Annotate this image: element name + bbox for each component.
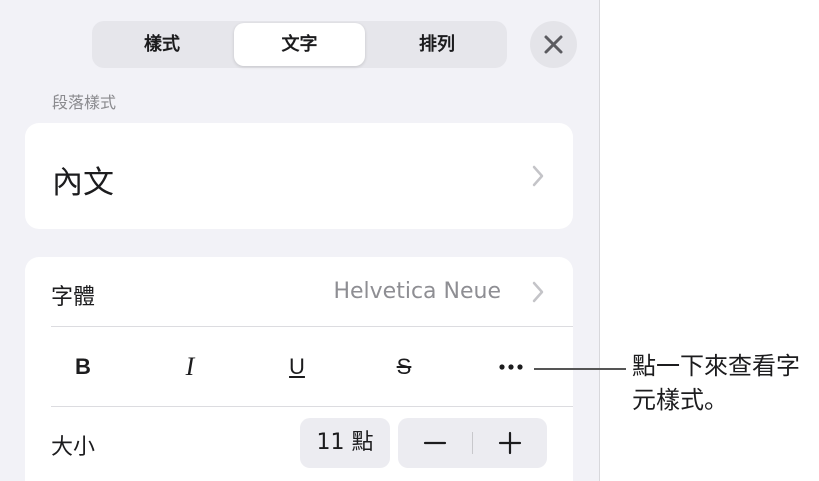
bold-button[interactable]: B bbox=[63, 349, 103, 385]
callout-text: 點一下來查看字元樣式。 bbox=[632, 352, 800, 414]
underline-button[interactable]: U bbox=[277, 349, 317, 385]
strikethrough-button[interactable]: S bbox=[384, 349, 424, 385]
callout-line bbox=[534, 368, 626, 370]
ellipsis-icon bbox=[499, 364, 523, 370]
chevron-right-icon bbox=[532, 165, 544, 187]
format-panel: 樣式 文字 排列 段落樣式 內文 字體 Helvetica Neue B I U… bbox=[0, 0, 600, 481]
paragraph-style-row[interactable]: 內文 bbox=[25, 123, 573, 229]
font-size-value: 11 點 bbox=[316, 430, 374, 455]
chevron-right-icon bbox=[532, 281, 544, 303]
font-size-stepper bbox=[398, 418, 547, 468]
font-name-value: Helvetica Neue bbox=[333, 279, 501, 304]
size-label: 大小 bbox=[51, 435, 96, 460]
font-card: 字體 Helvetica Neue B I U S 大小 11 點 bbox=[25, 257, 573, 481]
font-row[interactable]: 字體 Helvetica Neue bbox=[25, 257, 573, 325]
more-text-options-button[interactable] bbox=[491, 349, 531, 385]
tab-style[interactable]: 樣式 bbox=[94, 23, 230, 66]
plus-icon bbox=[498, 431, 522, 455]
paragraph-style-section-label: 段落樣式 bbox=[52, 93, 117, 112]
divider bbox=[51, 406, 573, 407]
font-label: 字體 bbox=[51, 285, 96, 310]
close-button[interactable] bbox=[530, 21, 577, 68]
increase-size-button[interactable] bbox=[473, 418, 547, 468]
tab-text[interactable]: 文字 bbox=[234, 23, 365, 66]
close-icon bbox=[544, 35, 563, 54]
divider bbox=[51, 326, 573, 327]
paragraph-style-value: 內文 bbox=[52, 165, 114, 201]
format-tabs: 樣式 文字 排列 bbox=[92, 21, 507, 68]
screen: 樣式 文字 排列 段落樣式 內文 字體 Helvetica Neue B I U… bbox=[0, 0, 819, 481]
italic-button[interactable]: I bbox=[170, 349, 210, 385]
tab-arrange[interactable]: 排列 bbox=[369, 23, 505, 66]
minus-icon bbox=[423, 441, 447, 445]
decrease-size-button[interactable] bbox=[398, 418, 472, 468]
font-size-field[interactable]: 11 點 bbox=[300, 418, 390, 468]
